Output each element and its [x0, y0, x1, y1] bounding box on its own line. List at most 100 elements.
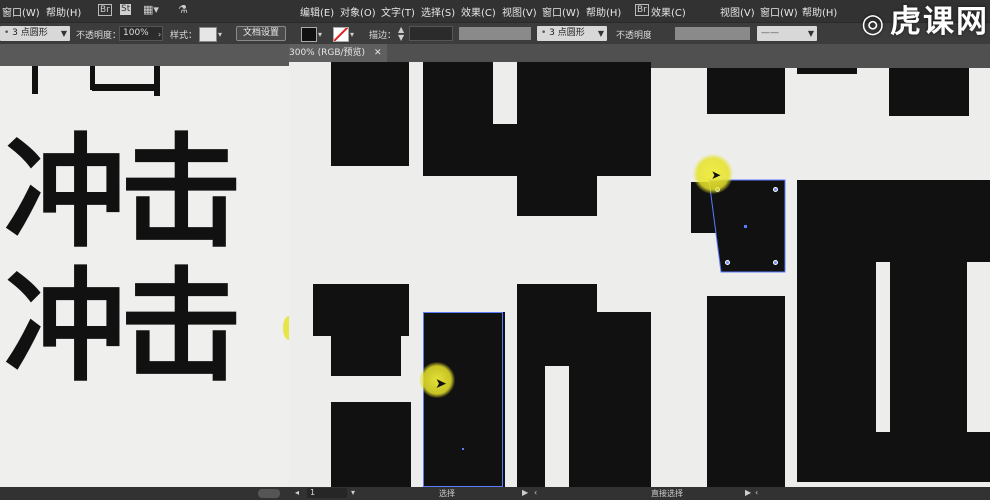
artwork-shape: [517, 62, 597, 216]
page-number-field[interactable]: 1: [307, 488, 347, 498]
watermark-logo: ◎ 虎课网: [779, 4, 989, 40]
artwork-shape: [597, 312, 651, 366]
stroke-none-swatch[interactable]: [333, 27, 349, 42]
chevron-left-icon[interactable]: ‹: [755, 488, 758, 497]
stepper-icon[interactable]: ▲ ▼: [398, 26, 404, 42]
artwork-shape: [331, 402, 411, 487]
fill-swatch[interactable]: [301, 27, 317, 42]
artwork-shape: [517, 362, 545, 487]
variable-width-profile[interactable]: [675, 27, 750, 40]
menu-type[interactable]: 文字(T): [381, 4, 415, 19]
middle-panel: 编辑(E) 对象(O) 文字(T) 选择(S) 效果(C) 视图(V) 窗口(W…: [289, 0, 651, 500]
play-icon[interactable]: ▶: [745, 488, 751, 497]
status-bar: ◂ 1 ▾ 选择 ▶ ‹: [289, 487, 651, 500]
play-icon[interactable]: ▶: [522, 488, 528, 497]
close-icon[interactable]: ✕: [374, 48, 382, 58]
artwork-stroke: [32, 66, 38, 94]
artwork-stroke: [92, 84, 156, 91]
chevron-down-icon[interactable]: ▾: [318, 28, 322, 42]
menu-object[interactable]: 对象(O): [340, 4, 376, 19]
opacity-label: 不透明度：: [76, 31, 122, 41]
right-panel: 效果(C) 视图(V) 窗口(W) 帮助(H) —— ▼ ◎ 虎课网 ➤ 直接选…: [651, 0, 990, 500]
chevron-down-icon[interactable]: ▾: [350, 28, 354, 42]
status-bar: [0, 487, 289, 500]
stock-icon[interactable]: St: [120, 4, 132, 15]
chevron-right-icon[interactable]: ›: [158, 28, 161, 42]
stroke-weight-field[interactable]: [409, 26, 453, 41]
variable-width-profile[interactable]: [459, 27, 531, 40]
menu-bar: 编辑(E) 对象(O) 文字(T) 选择(S) 效果(C) 视图(V) 窗口(W…: [289, 0, 651, 22]
selection-center-point: [462, 448, 464, 450]
status-tool-label: 选择: [439, 489, 455, 498]
stroke-profile-value: 3 点圆形: [12, 28, 48, 38]
left-panel: 窗口(W) 帮助(H) Br St ▦▾ ⚗ • 3 点圆形 ▼ 不透明度： 1…: [0, 0, 289, 500]
artwork-shape: [423, 62, 493, 176]
document-tab-title: 300% (RGB/预览): [289, 48, 366, 58]
menu-window[interactable]: 窗口(W): [542, 4, 580, 19]
artwork-shape: [517, 284, 597, 366]
artwork-counter: [876, 262, 890, 432]
artwork-shape: [569, 362, 597, 487]
menu-effect[interactable]: 效果(C): [651, 4, 686, 19]
artwork-shape: [313, 284, 409, 336]
artwork-shape: [331, 62, 409, 166]
status-tool-label: 直接选择: [651, 489, 683, 498]
artboard: ➤: [651, 68, 990, 487]
control-bar: ▾ ▾ 描边： ▲ ▼ • 3 点圆形 ▼ 不透明度: [289, 22, 651, 45]
bridge-icon[interactable]: Br: [98, 4, 112, 16]
page-number: 1: [310, 488, 316, 497]
stroke-profile-value: 3 点圆形: [549, 28, 585, 38]
chevron-left-icon[interactable]: ‹: [534, 488, 537, 497]
document-tab-strip: [0, 44, 289, 66]
style-label: 样式：: [170, 31, 198, 41]
workspace-grid-icon[interactable]: ▦▾: [143, 3, 159, 17]
artboard: ➤: [289, 62, 651, 487]
menu-window[interactable]: 窗口(W): [2, 4, 40, 19]
document-tab[interactable]: 300% (RGB/预览) ✕: [289, 44, 388, 62]
artwork-shape: [493, 124, 519, 176]
watermark-text: 虎课网: [890, 4, 989, 40]
selection-center-point: [744, 225, 747, 228]
artwork-counter: [967, 262, 990, 432]
document-settings-button[interactable]: 文档设置: [236, 26, 287, 41]
menu-bar: 窗口(W) 帮助(H) Br St ▦▾ ⚗: [0, 0, 289, 22]
style-swatch[interactable]: [199, 27, 217, 42]
artwork-text-line-1: 冲击: [4, 122, 242, 264]
selection-outline: [423, 312, 503, 487]
document-tab-strip: 300% (RGB/预览) ✕: [289, 44, 651, 62]
artwork-shape: [597, 362, 651, 487]
chevron-down-icon: ▼: [60, 29, 67, 38]
menu-select[interactable]: 选择(S): [421, 4, 455, 19]
anchor-point-handle[interactable]: [773, 187, 778, 192]
page-nav-icon[interactable]: ◂: [295, 488, 299, 497]
stroke-label: 描边：: [369, 31, 397, 41]
artboard: 冲击 冲击: [0, 66, 289, 500]
artwork-stroke: [154, 66, 160, 96]
artwork-shape: [707, 296, 785, 487]
bridge-icon[interactable]: Br: [635, 4, 649, 16]
gpu-icon[interactable]: ⚗: [178, 3, 188, 17]
opacity-value: 100%: [123, 28, 149, 38]
artwork-shape: [331, 336, 401, 376]
opacity-field[interactable]: 100%: [119, 26, 163, 41]
menu-help[interactable]: 帮助(H): [586, 4, 621, 19]
scrollbar-thumb[interactable]: [258, 489, 280, 498]
anchor-point-handle[interactable]: [773, 260, 778, 265]
menu-view[interactable]: 视图(V): [720, 4, 755, 19]
menu-view[interactable]: 视图(V): [502, 4, 537, 19]
menu-effect[interactable]: 效果(C): [461, 4, 496, 19]
artwork-shape: [797, 180, 990, 482]
menu-edit[interactable]: 编辑(E): [300, 4, 334, 19]
chevron-down-icon[interactable]: ▾: [218, 28, 222, 42]
chevron-down-icon: ▼: [597, 29, 604, 38]
stroke-profile-dropdown[interactable]: • 3 点圆形 ▼: [537, 26, 607, 41]
chevron-down-icon[interactable]: ▾: [351, 488, 355, 497]
tiger-icon: ◎: [861, 9, 886, 39]
document-tab-strip: [651, 44, 990, 68]
artwork-text-line-2: 冲击: [4, 256, 242, 398]
stroke-profile-dropdown[interactable]: • 3 点圆形 ▼: [0, 26, 70, 41]
control-bar: • 3 点圆形 ▼ 不透明度： 100% › 样式： ▾ 文档设置: [0, 22, 289, 45]
menu-help[interactable]: 帮助(H): [46, 4, 81, 19]
anchor-point-handle[interactable]: [725, 260, 730, 265]
direct-selection-cursor-icon: ➤: [711, 168, 722, 182]
